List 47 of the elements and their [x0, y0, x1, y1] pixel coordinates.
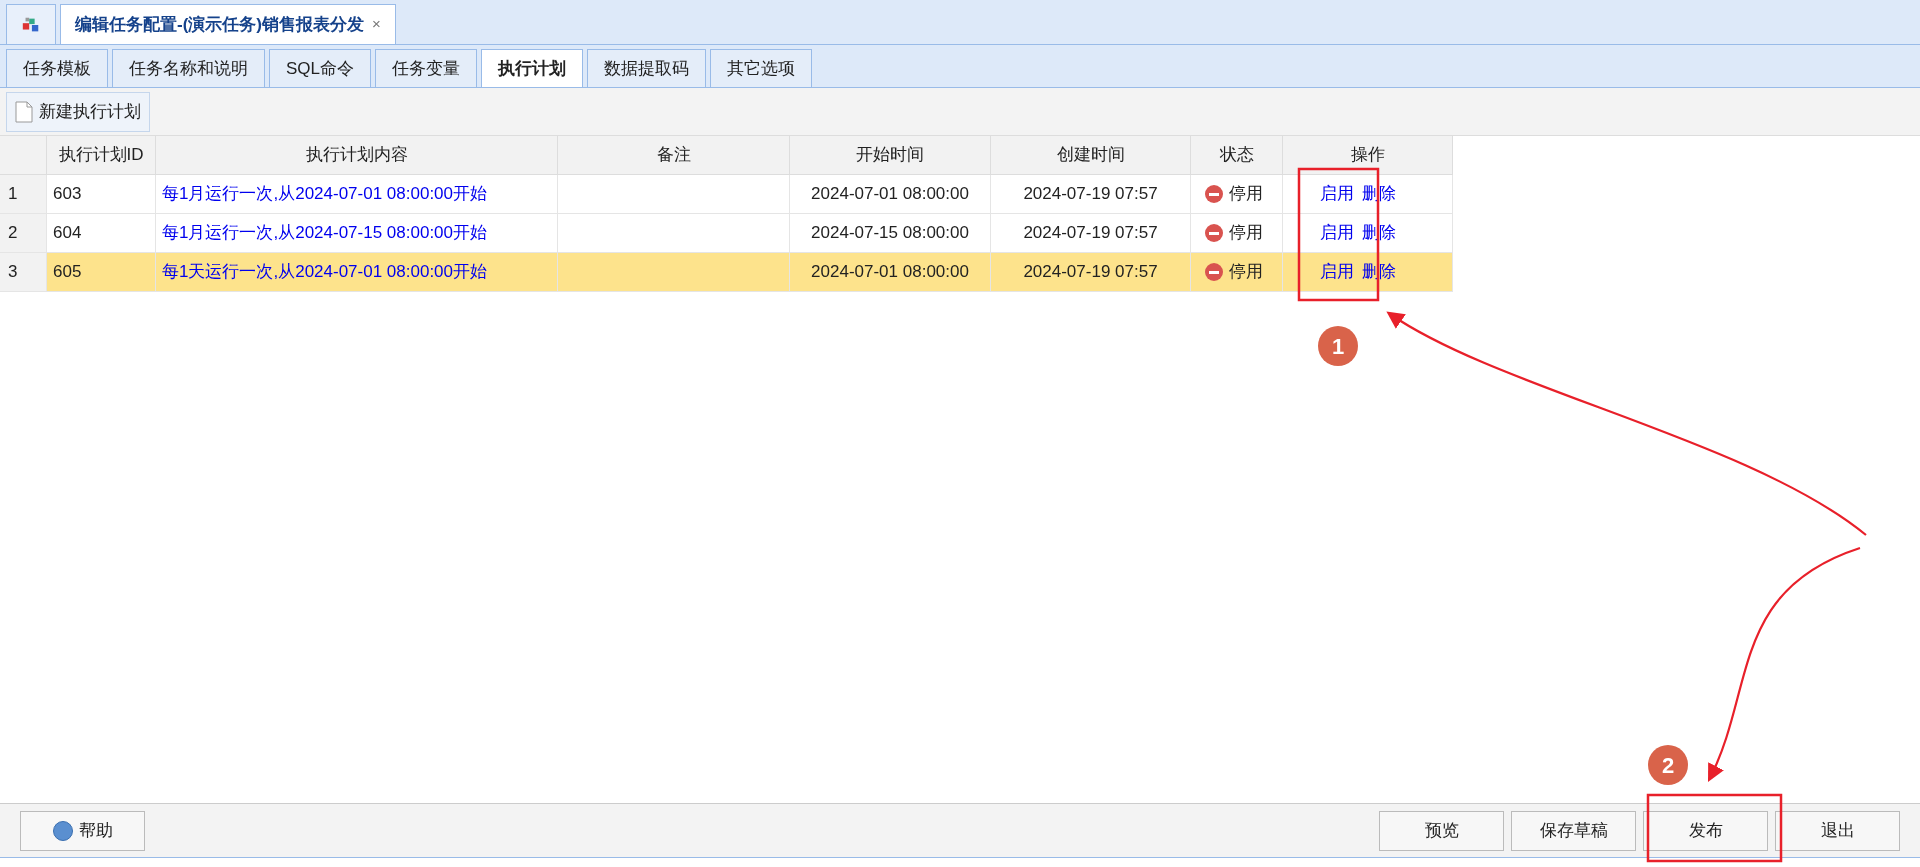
home-tab[interactable]	[6, 4, 56, 44]
column-header: 创建时间	[991, 136, 1191, 174]
help-icon	[52, 820, 73, 841]
table-cell-text: 2024-07-19 07:57	[1023, 222, 1158, 245]
tab[interactable]: 数据提取码	[587, 49, 707, 87]
table-cell-text: 2024-07-01 08:00:00	[811, 183, 969, 206]
column-header: 开始时间	[790, 136, 991, 174]
column-header: 执行计划内容	[156, 136, 558, 174]
enable-link[interactable]: 启用	[1320, 181, 1354, 207]
enable-link[interactable]: 启用	[1320, 259, 1354, 285]
table-cell-text: 2024-07-19 07:57	[1023, 183, 1158, 206]
plan-content-link[interactable]: 每1月运行一次,从2024-07-01 08:00:00开始	[162, 181, 488, 207]
table-cell-text: 605	[53, 261, 82, 284]
status-text: 停用	[1229, 183, 1263, 206]
table-cell-text: 2024-07-01 08:00:00	[811, 261, 969, 284]
preview-button[interactable]: 预览	[1379, 810, 1504, 851]
document-icon	[15, 100, 33, 123]
tab-title: 编辑任务配置-(演示任务)销售报表分发	[75, 13, 364, 36]
table-cell-text: 2024-07-19 07:57	[1023, 261, 1158, 284]
tab[interactable]: 任务模板	[6, 49, 108, 87]
publish-button[interactable]: 发布	[1643, 810, 1768, 851]
row-number: 2	[8, 222, 18, 245]
document-tab[interactable]: 编辑任务配置-(演示任务)销售报表分发 ×	[60, 4, 396, 44]
new-plan-button[interactable]: 新建执行计划	[6, 91, 150, 132]
column-header: 执行计划ID	[47, 136, 156, 174]
plan-content-link[interactable]: 每1月运行一次,从2024-07-15 08:00:00开始	[162, 220, 488, 246]
status-text: 停用	[1229, 261, 1263, 284]
table-cell-text: 2024-07-15 08:00:00	[811, 222, 969, 245]
table-cell-text: 603	[53, 183, 82, 206]
tab[interactable]: 任务名称和说明	[112, 49, 265, 87]
tab[interactable]: 其它选项	[710, 49, 813, 87]
row-number: 3	[8, 261, 18, 284]
tab[interactable]: 执行计划	[481, 49, 584, 87]
help-button[interactable]: 帮助	[20, 810, 145, 851]
table-cell-text: 604	[53, 222, 82, 245]
close-icon[interactable]: ×	[372, 13, 381, 36]
status-text: 停用	[1229, 222, 1263, 245]
column-header: 状态	[1191, 136, 1283, 174]
enable-link[interactable]: 启用	[1320, 220, 1354, 246]
tab[interactable]: 任务变量	[375, 49, 478, 87]
save-draft-button[interactable]: 保存草稿	[1511, 810, 1636, 851]
column-header: 备注	[558, 136, 790, 174]
row-number: 1	[8, 183, 18, 206]
tab[interactable]: SQL命令	[269, 49, 372, 87]
column-header: 操作	[1283, 136, 1453, 174]
exit-button[interactable]: 退出	[1775, 810, 1900, 851]
plan-content-link[interactable]: 每1天运行一次,从2024-07-01 08:00:00开始	[162, 259, 488, 285]
